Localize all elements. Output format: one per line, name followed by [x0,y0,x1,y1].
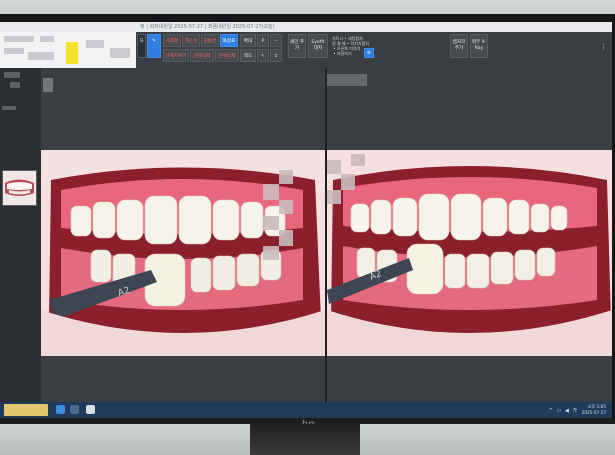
redacted-text [43,78,53,92]
redacted-text [2,106,16,110]
dash-line-button[interactable]: -- [270,34,282,47]
left-view-footer [41,356,325,402]
highlight-marker [66,42,78,64]
monitor-stand [250,424,360,455]
left-view-header [41,68,325,150]
redacted-text [86,40,104,48]
eyefit-button[interactable]: Eyefit 대지 [308,34,328,58]
redacted-text [4,48,24,54]
windows-taskbar: ^ ▭ ◀ 가 오후 1:05 2025-07-27 [0,402,612,418]
gear-icon: ⚙ [366,51,372,56]
move-button[interactable]: ↕ [270,49,282,62]
right-dental-photo[interactable]: A2 [327,150,612,356]
redacted-text [28,52,54,60]
left-dental-photo[interactable]: A2 [41,150,325,356]
photo-thumbnail[interactable] [2,170,37,206]
redacted-text [10,82,20,88]
redacted-text [4,72,20,78]
patient-info-pane [0,32,136,68]
thumbnail-pane [0,68,40,418]
zoom-button[interactable]: 확대 [240,34,256,47]
pen-size-button[interactable]: P [257,34,269,47]
redacted-text [40,36,54,42]
pen-tool-button[interactable]: ✎ [147,34,161,58]
windows-start-icon[interactable] [56,405,65,414]
circle-line-button[interactable]: 원통선 [201,34,219,47]
tray-date: 2025-07-27 [581,409,606,415]
redacted-text [4,36,34,42]
task-view-icon[interactable] [70,405,79,414]
pen-icon: ✎ [152,39,156,44]
add-new-button[interactable]: 새민 추가 [288,34,306,58]
redacted-text [327,74,367,86]
delete-all-button[interactable]: 전체삭제 [215,49,239,62]
scroll-indicator-icon[interactable]: ⋮ [600,44,607,51]
thumbnail-pane-bottom [0,384,40,402]
screen: 정 | 회차내원일 2025-07-27 | 최종내원일 2025-07-27(… [0,22,612,418]
window-title: 정 | 회차내원일 2025-07-27 | 최종내원일 2025-07-27(… [140,24,275,30]
tray-clock[interactable]: 오후 1:05 2025-07-27 [582,404,606,415]
ruler-button[interactable]: 자 [137,34,146,58]
external-xray-button[interactable]: 외부 X-Ray [470,34,488,58]
thin-line-button[interactable]: 가는선 [182,34,200,47]
settings-button[interactable]: ⚙ [364,48,374,58]
capture-add-button[interactable]: 캡처코 추가 [450,34,468,58]
weather-widget-icon[interactable] [4,404,48,416]
view-divider[interactable] [325,68,327,402]
app-taskbar-icon[interactable] [86,405,95,414]
delete-line-button[interactable]: 선택삭제 [190,49,214,62]
arrow-button[interactable]: 화살표 [220,34,238,47]
select-tool-button[interactable]: 사레등 [163,34,181,47]
right-view-header [327,68,612,150]
window-titlebar: 정 | 회차내원일 2025-07-27 | 최종내원일 2025-07-27(… [0,22,612,32]
redacted-text [110,48,130,58]
system-tray-icons[interactable]: ^ ▭ ◀ 가 [549,407,578,414]
reset-button[interactable]: 액도 [240,49,256,62]
delete-selected-button[interactable]: 선택지우기 [163,49,189,62]
right-view-footer [327,356,612,402]
scale-button[interactable]: ↖ [257,49,269,62]
toolbar-ribbon: 자 ✎ 사레등 가는선 원통선 화살표 선택지우기 선택삭제 전체삭제 확대 액… [0,32,612,68]
